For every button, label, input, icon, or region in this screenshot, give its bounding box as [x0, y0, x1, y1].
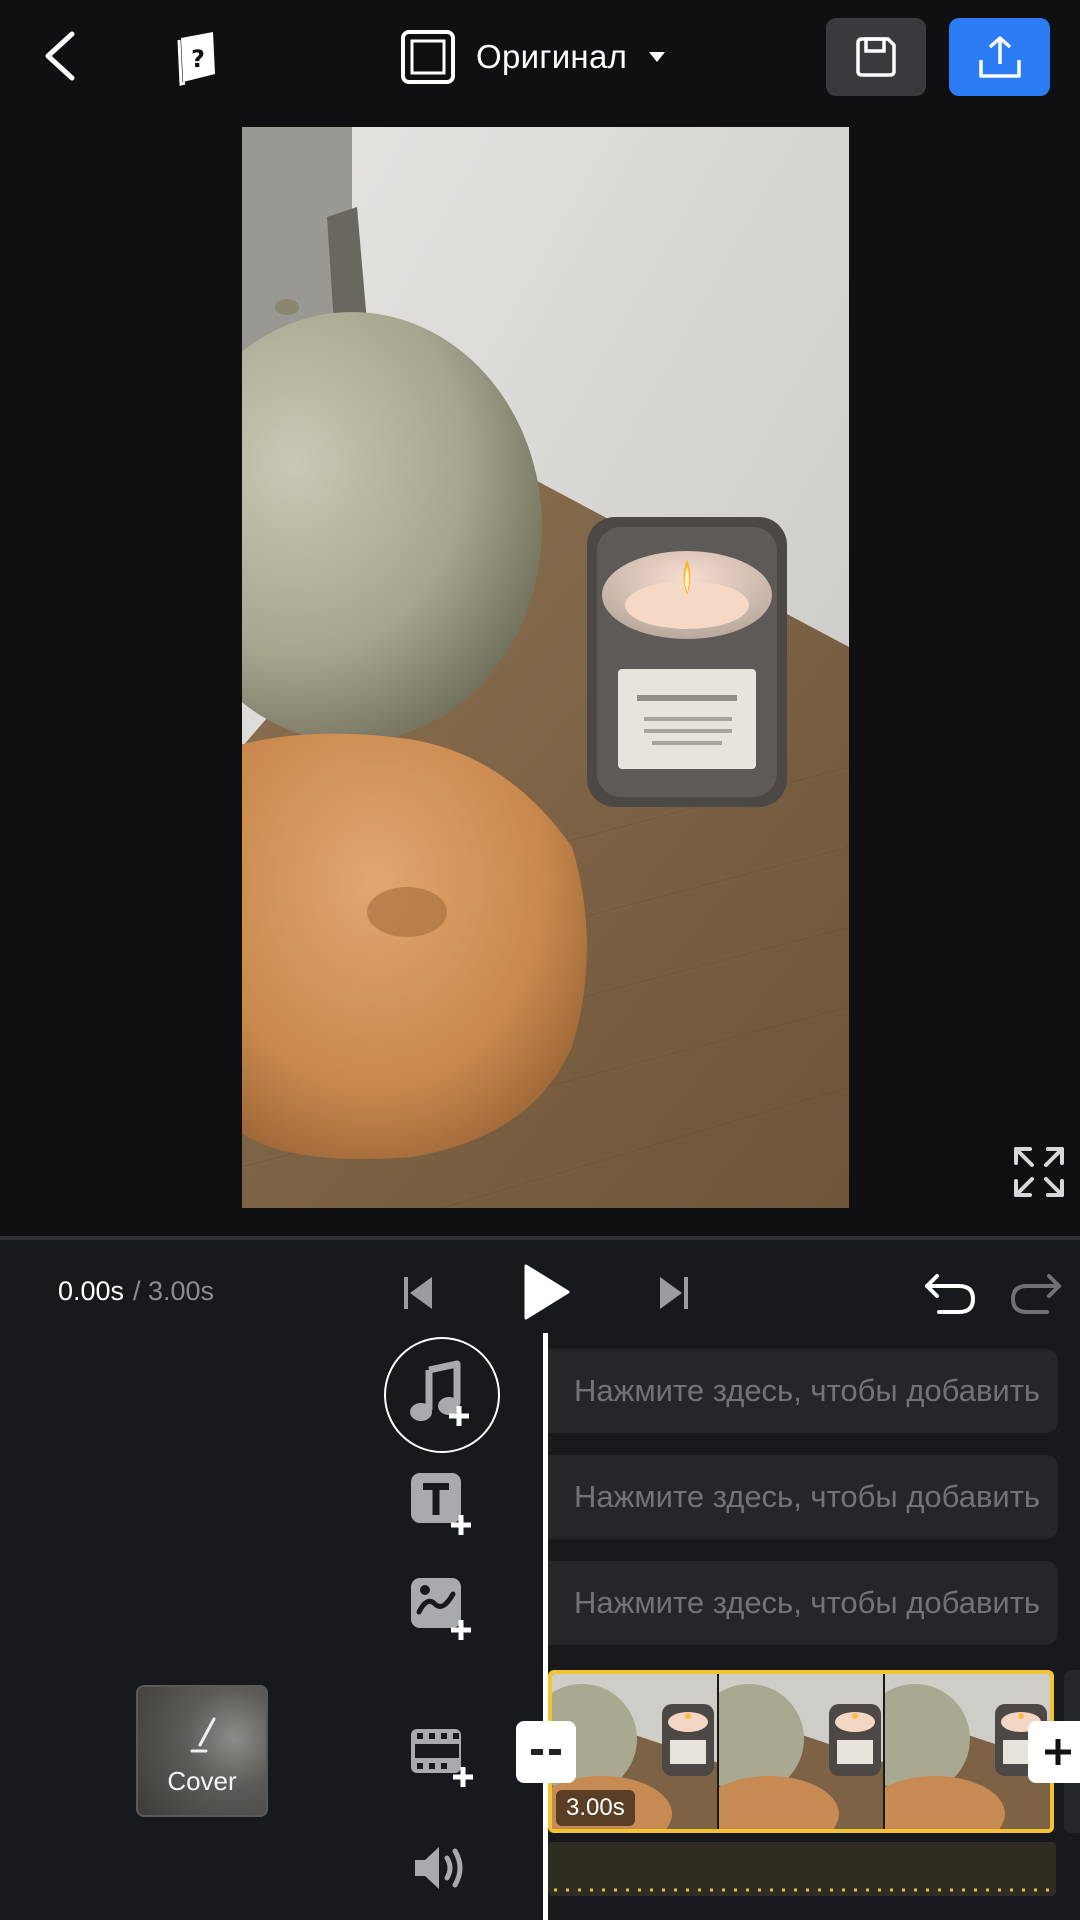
- volume-icon: [415, 1847, 463, 1889]
- text-track-hint: Нажмите здесь, чтобы добавить: [574, 1479, 1041, 1514]
- skip-to-end-button[interactable]: [650, 1268, 696, 1318]
- redo-icon: [1010, 1274, 1061, 1314]
- skip-to-start-button[interactable]: [396, 1268, 442, 1318]
- add-media-button[interactable]: [405, 1717, 481, 1793]
- help-book-icon: ?: [177, 32, 215, 86]
- save-button[interactable]: [826, 18, 926, 96]
- redo-button[interactable]: [1008, 1266, 1064, 1320]
- play-button[interactable]: [518, 1262, 574, 1322]
- add-clip-button[interactable]: [1028, 1721, 1080, 1783]
- video-preview[interactable]: [242, 127, 849, 1208]
- upload-icon: [978, 36, 1021, 78]
- chevron-left-icon: [45, 31, 75, 81]
- add-text-button[interactable]: [405, 1467, 479, 1541]
- text-track-placeholder[interactable]: Нажмите здесь, чтобы добавить: [548, 1455, 1058, 1539]
- aspect-ratio-label: Оригинал: [476, 38, 628, 75]
- audio-track-placeholder[interactable]: Нажмите здесь, чтобы добавить: [548, 1349, 1058, 1433]
- skip-end-icon: [660, 1277, 688, 1309]
- add-music-icon: [410, 1360, 469, 1426]
- cover-button[interactable]: Cover: [136, 1685, 268, 1817]
- help-button[interactable]: ?: [165, 22, 231, 94]
- add-sticker-icon: [411, 1578, 471, 1640]
- plus-icon: [1045, 1739, 1071, 1765]
- clip-thumbnail: [885, 1674, 1050, 1829]
- pencil-icon: [190, 1717, 216, 1753]
- play-icon: [524, 1264, 570, 1320]
- total-time: / 3.00s: [133, 1276, 215, 1306]
- sticker-track-placeholder[interactable]: Нажмите здесь, чтобы добавить: [548, 1561, 1058, 1645]
- dropdown-caret-icon: [649, 52, 666, 62]
- cover-label: Cover: [167, 1766, 237, 1796]
- svg-text:?: ?: [191, 45, 205, 73]
- add-media-icon: [411, 1729, 473, 1787]
- preview-frame-image: [242, 127, 849, 1208]
- current-time: 0.00s: [58, 1276, 125, 1306]
- clip-duration-badge: 3.00s: [556, 1790, 635, 1826]
- aspect-ratio-dropdown[interactable]: Оригинал: [400, 24, 667, 90]
- add-sticker-button[interactable]: [405, 1572, 479, 1646]
- original-audio-track[interactable]: [548, 1842, 1056, 1896]
- fullscreen-button[interactable]: [1010, 1143, 1068, 1201]
- back-button[interactable]: [30, 20, 90, 92]
- undo-button[interactable]: [922, 1266, 978, 1320]
- skip-start-icon: [404, 1277, 432, 1309]
- waveform-line: [554, 1888, 1050, 1892]
- expand-icon: [1014, 1147, 1064, 1197]
- playhead[interactable]: [543, 1333, 548, 1920]
- volume-button[interactable]: [410, 1838, 470, 1898]
- add-text-icon: [411, 1473, 471, 1535]
- aspect-ratio-icon: [401, 30, 455, 84]
- audio-track-hint: Нажмите здесь, чтобы добавить: [574, 1373, 1041, 1408]
- add-music-button[interactable]: [384, 1337, 500, 1453]
- undo-icon: [925, 1274, 976, 1314]
- save-floppy-icon: [856, 37, 896, 77]
- sticker-track-hint: Нажмите здесь, чтобы добавить: [574, 1585, 1041, 1620]
- clip-thumbnail: [718, 1674, 886, 1829]
- export-button[interactable]: [949, 18, 1050, 96]
